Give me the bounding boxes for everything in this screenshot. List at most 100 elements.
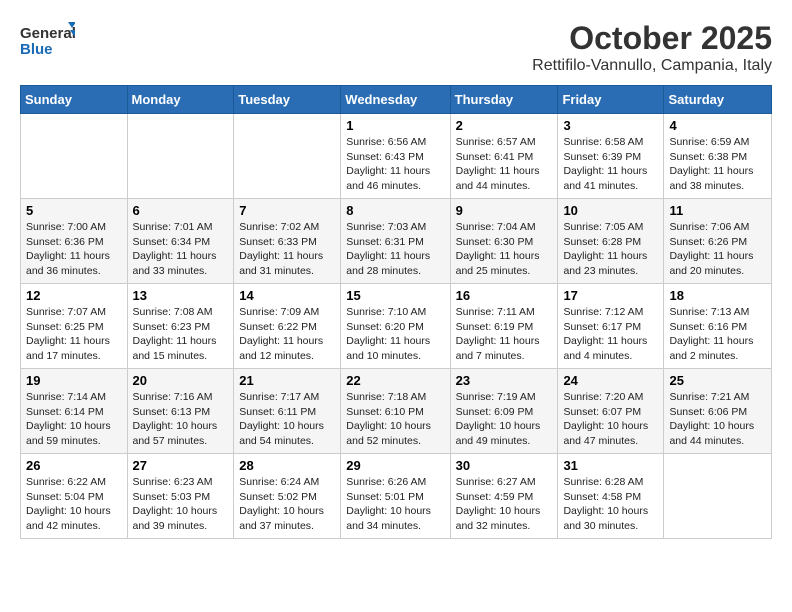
calendar-cell: 14Sunrise: 7:09 AMSunset: 6:22 PMDayligh… [234,284,341,369]
calendar-cell: 27Sunrise: 6:23 AMSunset: 5:03 PMDayligh… [127,454,234,539]
day-info: Sunrise: 7:00 AMSunset: 6:36 PMDaylight:… [26,220,122,279]
day-info: Sunrise: 6:58 AMSunset: 6:39 PMDaylight:… [563,135,658,194]
calendar-cell: 1Sunrise: 6:56 AMSunset: 6:43 PMDaylight… [341,114,450,199]
day-number: 25 [669,373,766,388]
calendar-cell: 29 Sunrise: 6:26 AMSunset: 5:01 PMDayligh… [341,454,450,539]
calendar-cell: 8 Sunrise: 7:03 AMSunset: 6:31 PMDaylight… [341,199,450,284]
day-of-week-header: Wednesday [341,86,450,114]
calendar-cell: 9 Sunrise: 7:04 AMSunset: 6:30 PMDaylight… [450,199,558,284]
day-info: Sunrise: 7:01 AMSunset: 6:34 PMDaylight:… [133,220,229,279]
calendar-cell: 2Sunrise: 6:57 AMSunset: 6:41 PMDaylight… [450,114,558,199]
day-info: Sunrise: 6:26 AMSunset: 5:01 PMDaylight:… [346,475,444,534]
day-number: 1 [346,118,444,133]
svg-text:Blue: Blue [20,41,53,58]
calendar-cell: 17 Sunrise: 7:12 AMSunset: 6:17 PMDayligh… [558,284,664,369]
calendar-cell: 3Sunrise: 6:58 AMSunset: 6:39 PMDaylight… [558,114,664,199]
day-info: Sunrise: 6:27 AMSunset: 4:59 PMDaylight:… [456,475,553,534]
day-number: 15 [346,288,444,303]
calendar-cell: 26 Sunrise: 6:22 AMSunset: 5:04 PMDayligh… [21,454,128,539]
day-number: 13 [133,288,229,303]
day-info: Sunrise: 7:08 AMSunset: 6:23 PMDaylight:… [133,305,229,364]
day-number: 31 [563,458,658,473]
day-number: 28 [239,458,335,473]
calendar-cell: 25 Sunrise: 7:21 AMSunset: 6:06 PMDayligh… [664,369,772,454]
day-number: 16 [456,288,553,303]
calendar-cell [234,114,341,199]
calendar-cell [21,114,128,199]
day-info: Sunrise: 7:02 AMSunset: 6:33 PMDaylight:… [239,220,335,279]
logo-graphic: General Blue [20,20,70,70]
day-number: 9 [456,203,553,218]
day-info: Sunrise: 6:28 AMSunset: 4:58 PMDaylight:… [563,475,658,534]
calendar-cell: 12Sunrise: 7:07 AMSunset: 6:25 PMDayligh… [21,284,128,369]
day-number: 29 [346,458,444,473]
logo-container: General Blue [20,20,70,70]
day-info: Sunrise: 7:03 AMSunset: 6:31 PMDaylight:… [346,220,444,279]
day-info: Sunrise: 7:06 AMSunset: 6:26 PMDaylight:… [669,220,766,279]
calendar-cell [664,454,772,539]
day-number: 11 [669,203,766,218]
calendar-header-row: SundayMondayTuesdayWednesdayThursdayFrid… [21,86,772,114]
day-number: 27 [133,458,229,473]
location-title: Rettifilo-Vannullo, Campania, Italy [532,57,772,75]
day-info: Sunrise: 7:12 AMSunset: 6:17 PMDaylight:… [563,305,658,364]
calendar-week-row: 19Sunrise: 7:14 AMSunset: 6:14 PMDayligh… [21,369,772,454]
day-number: 23 [456,373,553,388]
day-info: Sunrise: 7:04 AMSunset: 6:30 PMDaylight:… [456,220,553,279]
svg-text:General: General [20,25,75,42]
calendar-cell: 20Sunrise: 7:16 AMSunset: 6:13 PMDayligh… [127,369,234,454]
calendar: SundayMondayTuesdayWednesdayThursdayFrid… [20,85,772,539]
day-number: 17 [563,288,658,303]
day-info: Sunrise: 7:20 AMSunset: 6:07 PMDaylight:… [563,390,658,449]
day-of-week-header: Monday [127,86,234,114]
calendar-cell: 31 Sunrise: 6:28 AMSunset: 4:58 PMDayligh… [558,454,664,539]
calendar-cell: 21Sunrise: 7:17 AMSunset: 6:11 PMDayligh… [234,369,341,454]
day-of-week-header: Thursday [450,86,558,114]
calendar-cell: 28Sunrise: 6:24 AMSunset: 5:02 PMDayligh… [234,454,341,539]
day-number: 4 [669,118,766,133]
calendar-week-row: 26 Sunrise: 6:22 AMSunset: 5:04 PMDayligh… [21,454,772,539]
day-of-week-header: Sunday [21,86,128,114]
day-number: 2 [456,118,553,133]
calendar-cell: 24 Sunrise: 7:20 AMSunset: 6:07 PMDayligh… [558,369,664,454]
day-info: Sunrise: 7:21 AMSunset: 6:06 PMDaylight:… [669,390,766,449]
calendar-cell: 16 Sunrise: 7:11 AMSunset: 6:19 PMDayligh… [450,284,558,369]
day-info: Sunrise: 7:07 AMSunset: 6:25 PMDaylight:… [26,305,122,364]
day-of-week-header: Friday [558,86,664,114]
day-number: 5 [26,203,122,218]
day-info: Sunrise: 6:22 AMSunset: 5:04 PMDaylight:… [26,475,122,534]
calendar-cell: 5 Sunrise: 7:00 AMSunset: 6:36 PMDaylight… [21,199,128,284]
calendar-cell: 18 Sunrise: 7:13 AMSunset: 6:16 PMDayligh… [664,284,772,369]
day-number: 26 [26,458,122,473]
day-number: 21 [239,373,335,388]
calendar-cell: 22 Sunrise: 7:18 AMSunset: 6:10 PMDayligh… [341,369,450,454]
day-number: 19 [26,373,122,388]
day-number: 6 [133,203,229,218]
month-title: October 2025 [532,20,772,57]
day-number: 22 [346,373,444,388]
calendar-cell: 4Sunrise: 6:59 AMSunset: 6:38 PMDaylight… [664,114,772,199]
day-number: 7 [239,203,335,218]
day-number: 8 [346,203,444,218]
calendar-cell: 7 Sunrise: 7:02 AMSunset: 6:33 PMDaylight… [234,199,341,284]
calendar-cell: 30 Sunrise: 6:27 AMSunset: 4:59 PMDayligh… [450,454,558,539]
day-info: Sunrise: 7:19 AMSunset: 6:09 PMDaylight:… [456,390,553,449]
day-info: Sunrise: 7:18 AMSunset: 6:10 PMDaylight:… [346,390,444,449]
day-info: Sunrise: 7:05 AMSunset: 6:28 PMDaylight:… [563,220,658,279]
calendar-week-row: 12Sunrise: 7:07 AMSunset: 6:25 PMDayligh… [21,284,772,369]
day-number: 30 [456,458,553,473]
day-number: 24 [563,373,658,388]
day-of-week-header: Saturday [664,86,772,114]
calendar-cell [127,114,234,199]
title-area: October 2025 Rettifilo-Vannullo, Campani… [532,20,772,75]
day-info: Sunrise: 7:10 AMSunset: 6:20 PMDaylight:… [346,305,444,364]
calendar-cell: 6 Sunrise: 7:01 AMSunset: 6:34 PMDaylight… [127,199,234,284]
day-info: Sunrise: 7:16 AMSunset: 6:13 PMDaylight:… [133,390,229,449]
day-info: Sunrise: 7:13 AMSunset: 6:16 PMDaylight:… [669,305,766,364]
calendar-cell: 13 Sunrise: 7:08 AMSunset: 6:23 PMDayligh… [127,284,234,369]
day-number: 14 [239,288,335,303]
day-number: 18 [669,288,766,303]
day-info: Sunrise: 7:11 AMSunset: 6:19 PMDaylight:… [456,305,553,364]
logo: General Blue [20,20,70,70]
day-of-week-header: Tuesday [234,86,341,114]
